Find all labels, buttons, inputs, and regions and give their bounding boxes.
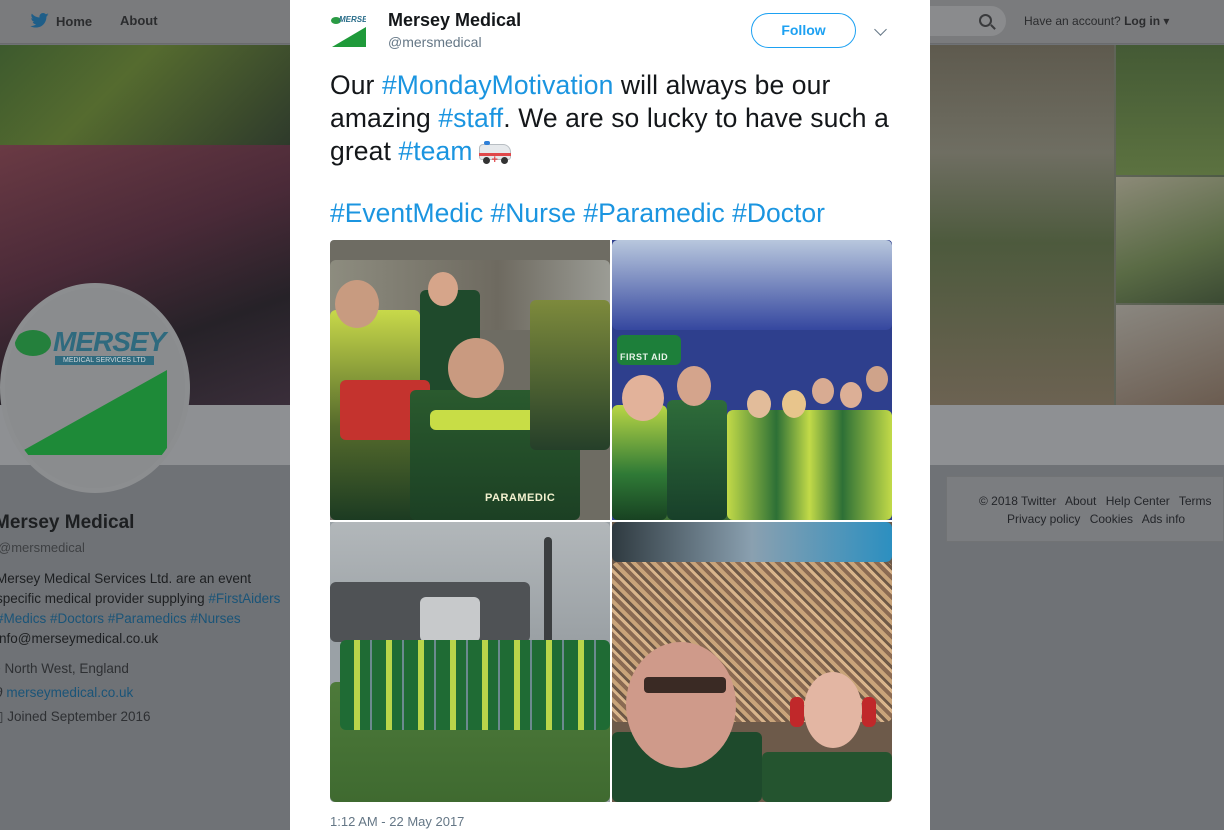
photo-stage-screen xyxy=(420,597,480,642)
photo-head xyxy=(782,390,806,418)
banner-photos-right xyxy=(930,45,1224,405)
nav-about[interactable]: About xyxy=(120,13,158,28)
hashtag-team[interactable]: #team xyxy=(398,136,472,166)
photo-person xyxy=(612,405,667,520)
location-text: North West, England xyxy=(4,661,129,676)
tweet-author-name[interactable]: Mersey Medical xyxy=(388,10,521,31)
login-prefix: Have an account? xyxy=(1024,14,1121,28)
footer-cookies[interactable]: Cookies xyxy=(1090,512,1133,526)
photo-head xyxy=(335,280,379,328)
tweet-author-handle[interactable]: @mersmedical xyxy=(388,34,482,50)
banner-photo-selfie xyxy=(1116,177,1224,303)
tweet-photo-grid[interactable]: PARAMEDIC FIRST AID xyxy=(330,240,892,802)
photo-head xyxy=(428,272,458,306)
search-box[interactable] xyxy=(930,6,1006,36)
profile-meta: ◦ North West, England ∂ merseymedical.co… xyxy=(0,661,290,725)
tweet-author-avatar[interactable]: MERSEY xyxy=(330,13,366,49)
tweet-timestamp[interactable]: 1:12 AM - 22 May 2017 xyxy=(330,814,464,829)
profile-website: ∂ merseymedical.co.uk xyxy=(0,685,290,700)
website-link[interactable]: merseymedical.co.uk xyxy=(6,685,133,700)
hashtag-staff[interactable]: #staff xyxy=(438,103,503,133)
footer-ads[interactable]: Ads info xyxy=(1142,512,1185,526)
profile-joined: ▯ Joined September 2016 xyxy=(0,709,290,725)
twitter-bird-icon xyxy=(30,13,49,28)
joined-text: Joined September 2016 xyxy=(7,709,151,724)
photo-stage-lights xyxy=(612,522,892,562)
follow-button[interactable]: Follow xyxy=(751,13,856,48)
photo-head xyxy=(747,390,771,418)
photo-head xyxy=(626,642,736,768)
photo-head xyxy=(840,382,862,408)
profile-handle[interactable]: @mersmedical xyxy=(0,540,290,555)
logo-star-of-life-icon xyxy=(15,330,51,356)
footer-links: © 2018 Twitter About Help Center Terms P… xyxy=(946,476,1224,542)
banner-photo-crowd xyxy=(930,45,1114,405)
nav-home[interactable]: Home xyxy=(30,13,92,29)
footer-privacy[interactable]: Privacy policy xyxy=(1007,512,1080,526)
tweet-text-part: Our xyxy=(330,70,382,100)
tweet-avatar-logo-word: MERSEY xyxy=(339,15,366,24)
avatar-logo-sub: MEDICAL SERVICES LTD xyxy=(55,356,154,365)
footer-help[interactable]: Help Center xyxy=(1106,494,1170,508)
tweet-photo-4[interactable] xyxy=(612,522,892,802)
chevron-down-icon[interactable]: ▾ xyxy=(1160,14,1169,28)
banner-photo-staff xyxy=(1116,45,1224,175)
photo-head xyxy=(866,366,888,392)
photo-stands xyxy=(612,240,892,330)
tweet-modal: MERSEY Mersey Medical @mersmedical Follo… xyxy=(290,0,930,830)
photo-headphones xyxy=(862,697,876,727)
banner-photo-fair xyxy=(1116,305,1224,405)
ambulance-emoji-icon: + xyxy=(477,140,513,166)
tweet-photo-1[interactable]: PARAMEDIC xyxy=(330,240,610,520)
photo-tower xyxy=(544,537,552,647)
search-icon[interactable] xyxy=(979,14,992,27)
footer-about[interactable]: About xyxy=(1065,494,1096,508)
profile-avatar[interactable]: MERSEY MEDICAL SERVICES LTD xyxy=(0,283,190,493)
profile-bio: Mersey Medical Services Ltd. are an even… xyxy=(0,569,290,649)
photo-team-row xyxy=(340,640,610,730)
bio-email: info@merseymedical.co.uk xyxy=(0,631,159,646)
photo-paramedic-label: PARAMEDIC xyxy=(485,492,556,504)
profile-location: ◦ North West, England xyxy=(0,661,290,676)
profile-sidebar: Mersey Medical @mersmedical Mersey Medic… xyxy=(0,512,290,734)
photo-person xyxy=(530,300,610,450)
avatar-logo-word: MERSEY xyxy=(53,326,166,357)
photo-glasses xyxy=(644,677,726,693)
tweet-photo-2[interactable]: FIRST AID xyxy=(612,240,892,520)
photo-head xyxy=(677,366,711,406)
footer-terms[interactable]: Terms xyxy=(1179,494,1212,508)
login-link[interactable]: Log in xyxy=(1124,14,1160,28)
tweet-photo-3[interactable] xyxy=(330,522,610,802)
login-prompt: Have an account? Log in ▾ xyxy=(1024,14,1169,28)
photo-head xyxy=(812,378,834,404)
tweet-text: Our #MondayMotivation will always be our… xyxy=(330,69,900,168)
photo-person xyxy=(727,410,892,520)
photo-person xyxy=(667,400,727,520)
photo-head xyxy=(448,338,504,398)
tweet-hashtags-line[interactable]: #EventMedic #Nurse #Paramedic #Doctor xyxy=(330,198,825,229)
logo-triangle-icon xyxy=(332,27,366,47)
hashtag-mondaymotivation[interactable]: #MondayMotivation xyxy=(382,70,614,100)
profile-name[interactable]: Mersey Medical xyxy=(0,512,290,534)
photo-first-aid-sign: FIRST AID xyxy=(620,352,669,362)
photo-headphones xyxy=(790,697,804,727)
photo-head xyxy=(622,375,664,421)
nav-home-label: Home xyxy=(56,13,93,29)
photo-person xyxy=(762,752,892,802)
logo-triangle xyxy=(15,370,167,455)
photo-head xyxy=(804,672,862,748)
tweet-options-chevron-icon[interactable] xyxy=(874,23,887,36)
footer-copyright: © 2018 Twitter xyxy=(979,494,1057,508)
banner-photo-event xyxy=(0,45,290,145)
